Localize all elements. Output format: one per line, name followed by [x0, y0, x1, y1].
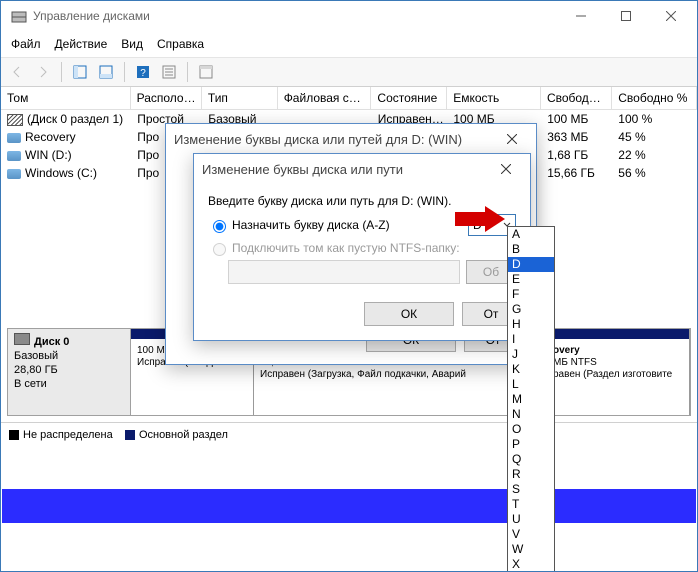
letter-option[interactable]: D — [508, 257, 554, 272]
legend: Не распределена Основной раздел — [1, 422, 697, 447]
letter-option[interactable]: U — [508, 512, 554, 527]
letter-option[interactable]: F — [508, 287, 554, 302]
partition[interactable]: overyМБ NTFSравен (Раздел изготовите — [547, 329, 690, 415]
forward-button — [31, 60, 55, 84]
letter-option[interactable]: S — [508, 482, 554, 497]
letter-option[interactable]: Q — [508, 452, 554, 467]
letter-option[interactable]: P — [508, 437, 554, 452]
col-fs[interactable]: Файловая с… — [278, 87, 372, 109]
maximize-button[interactable] — [603, 2, 648, 30]
letter-option[interactable]: G — [508, 302, 554, 317]
letter-option[interactable]: T — [508, 497, 554, 512]
outer-dialog-close-icon[interactable] — [496, 127, 528, 151]
back-button — [5, 60, 29, 84]
legend-primary-swatch — [125, 430, 135, 440]
ntfs-path-input — [228, 260, 460, 284]
help-icon[interactable]: ? — [131, 60, 155, 84]
toolbar-list-icon[interactable] — [157, 60, 181, 84]
disk-info: Диск 0 Базовый 28,80 ГБ В сети — [8, 329, 131, 415]
volume-icon — [7, 151, 21, 161]
svg-text:?: ? — [140, 68, 146, 79]
toolbar-detail-icon[interactable] — [194, 60, 218, 84]
letter-option[interactable]: N — [508, 407, 554, 422]
window-title: Управление дисками — [33, 9, 558, 23]
legend-unallocated: Не распределена — [23, 429, 113, 441]
letter-option[interactable]: V — [508, 527, 554, 542]
col-type[interactable]: Тип — [202, 87, 278, 109]
close-button[interactable] — [648, 2, 693, 30]
col-capacity[interactable]: Емкость — [447, 87, 541, 109]
legend-primary: Основной раздел — [139, 429, 228, 441]
col-freepct[interactable]: Свободно % — [612, 87, 697, 109]
col-layout[interactable]: Располо… — [131, 87, 202, 109]
letter-option[interactable]: R — [508, 467, 554, 482]
disk-capacity: 28,80 ГБ — [14, 364, 58, 376]
change-letter-dialog-inner: Изменение буквы диска или пути Введите б… — [193, 153, 531, 341]
toolbar-panel1-icon[interactable] — [68, 60, 92, 84]
toolbar-panel2-icon[interactable] — [94, 60, 118, 84]
mount-ntfs-radio — [213, 243, 226, 256]
letter-option[interactable]: W — [508, 542, 554, 557]
col-status[interactable]: Состояние — [371, 87, 447, 109]
drive-letter-dropdown[interactable]: ABDEFGHIJKLMNOPQRSTUVWXYZ — [507, 226, 555, 572]
volume-icon — [7, 133, 21, 143]
inner-dialog-title: Изменение буквы диска или пути — [202, 162, 403, 177]
letter-option[interactable]: K — [508, 362, 554, 377]
letter-option[interactable]: M — [508, 392, 554, 407]
menu-help[interactable]: Справка — [157, 37, 204, 51]
titlebar: Управление дисками — [1, 1, 697, 31]
letter-option[interactable]: H — [508, 317, 554, 332]
letter-option[interactable]: J — [508, 347, 554, 362]
legend-unallocated-swatch — [9, 430, 19, 440]
letter-option[interactable]: L — [508, 377, 554, 392]
assign-letter-radio[interactable] — [213, 220, 226, 233]
letter-option[interactable]: A — [508, 227, 554, 242]
letter-option[interactable]: X — [508, 557, 554, 572]
app-icon — [11, 8, 27, 24]
menu-view[interactable]: Вид — [121, 37, 143, 51]
assign-letter-label: Назначить букву диска (A-Z) — [232, 218, 390, 232]
disk-icon — [14, 333, 30, 345]
col-free[interactable]: Свобод… — [541, 87, 612, 109]
disk-management-window: Управление дисками Файл Действие Вид Спр… — [0, 0, 698, 572]
taskbar-strip — [2, 489, 696, 523]
inner-dialog-close-icon[interactable] — [490, 157, 522, 181]
toolbar: ? — [1, 58, 697, 87]
letter-option[interactable]: B — [508, 242, 554, 257]
disk-state: В сети — [14, 378, 47, 390]
minimize-button[interactable] — [558, 2, 603, 30]
menu-file[interactable]: Файл — [11, 37, 41, 51]
inner-ok-button[interactable]: ОК — [364, 302, 454, 326]
mount-ntfs-label: Подключить том как пустую NTFS-папку: — [232, 241, 460, 255]
menubar: Файл Действие Вид Справка — [1, 31, 697, 58]
col-volume[interactable]: Том — [1, 87, 131, 109]
menu-action[interactable]: Действие — [55, 37, 108, 51]
volume-icon — [7, 169, 21, 179]
volume-icon — [7, 114, 23, 126]
letter-option[interactable]: I — [508, 332, 554, 347]
outer-dialog-title: Изменение буквы диска или путей для D: (… — [174, 132, 462, 147]
red-arrow-annotation — [455, 206, 505, 232]
disk-type: Базовый — [14, 350, 58, 362]
letter-option[interactable]: O — [508, 422, 554, 437]
disk-name: Диск 0 — [34, 336, 69, 348]
letter-option[interactable]: E — [508, 272, 554, 287]
mount-ntfs-option[interactable]: Подключить том как пустую NTFS-папку: — [208, 240, 516, 256]
grid-header: Том Располо… Тип Файловая с… Состояние Е… — [1, 87, 697, 110]
